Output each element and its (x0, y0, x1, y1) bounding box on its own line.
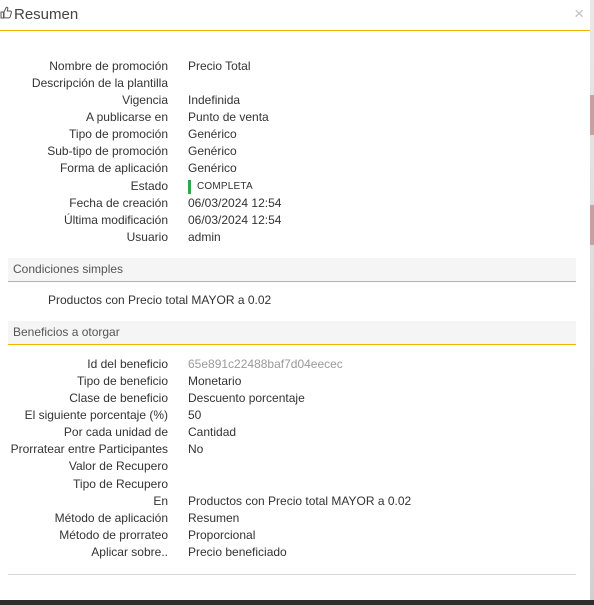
summary-row-promo-type: Tipo de promoción Genérico (0, 126, 590, 143)
field-label: Método de aplicación (54, 511, 168, 525)
field-label: Tipo de Recupero (73, 477, 168, 491)
background-mark (590, 205, 594, 245)
field-value: Indefinida (188, 93, 241, 107)
benefit-row-application-method: Método de aplicación Resumen (0, 510, 590, 527)
field-label: A publicarse en (85, 110, 168, 124)
summary-row-promo-subtype: Sub-tipo de promoción Genérico (0, 143, 590, 160)
field-value: Genérico (188, 144, 237, 158)
background-mark (590, 95, 594, 135)
background-page-edge (590, 0, 594, 605)
field-value: Precio Total (188, 59, 251, 73)
field-label: Nombre de promoción (49, 59, 168, 73)
benefit-row-recovery-type: Tipo de Recupero (0, 476, 590, 493)
field-label: Usuario (126, 230, 168, 244)
field-value: 06/03/2024 12:54 (188, 196, 282, 210)
status-indicator (188, 179, 191, 194)
summary-dialog: Resumen × Nombre de promoción Precio Tot… (0, 0, 590, 600)
conditions-section-header: Condiciones simples (8, 258, 576, 282)
background-overlay-edge (0, 600, 594, 605)
field-label: Sub-tipo de promoción (47, 144, 168, 158)
field-value: Genérico (188, 161, 237, 175)
dialog-title: Resumen (14, 6, 79, 23)
field-label: Tipo de beneficio (77, 374, 168, 388)
field-value: Resumen (188, 511, 240, 525)
section-title: Condiciones simples (13, 262, 124, 276)
field-value: Proporcional (188, 528, 256, 542)
field-label: Fecha de creación (69, 196, 168, 210)
benefit-row-type: Tipo de beneficio Monetario (0, 373, 590, 390)
field-value: Genérico (188, 127, 237, 141)
summary-row-validity: Vigencia Indefinida (0, 92, 590, 109)
field-label: Aplicar sobre.. (91, 545, 168, 559)
benefit-row-apply-on: Aplicar sobre.. Precio beneficiado (0, 544, 590, 561)
field-value: Productos con Precio total MAYOR a 0.02 (188, 494, 412, 508)
field-label: Por cada unidad de (63, 425, 168, 439)
condition-item: Productos con Precio total MAYOR a 0.02 (0, 292, 590, 309)
field-label: Última modificación (63, 213, 168, 227)
summary-row-state: Estado COMPLETA (0, 178, 590, 195)
field-value: Monetario (188, 374, 242, 388)
summary-row-user: Usuario admin (0, 229, 590, 246)
summary-row-publish-in: A publicarse en Punto de venta (0, 109, 590, 126)
field-value: No (188, 442, 204, 456)
field-value: 65e891c22488baf7d04eecec (188, 357, 343, 371)
summary-row-created: Fecha de creación 06/03/2024 12:54 (0, 195, 590, 212)
field-value: Descuento porcentaje (188, 391, 305, 405)
benefit-row-recovery-value: Valor de Recupero (0, 458, 590, 475)
field-label: Id del beneficio (87, 357, 168, 371)
field-value: 50 (188, 408, 202, 422)
footer-divider (8, 574, 576, 575)
field-label: El siguiente porcentaje (%) (24, 408, 168, 422)
field-label: En (153, 494, 168, 508)
thumbs-up-icon (0, 6, 14, 23)
field-label: Descripción de la plantilla (31, 76, 168, 90)
benefit-row-in: En Productos con Precio total MAYOR a 0.… (0, 493, 590, 510)
condition-text: Productos con Precio total MAYOR a 0.02 (48, 293, 272, 307)
benefit-row-percentage: El siguiente porcentaje (%) 50 (0, 407, 590, 424)
benefits-section-header: Beneficios a otorgar (8, 321, 576, 345)
field-value: Cantidad (188, 425, 237, 439)
field-label: Forma de aplicación (59, 161, 168, 175)
field-value: Punto de venta (188, 110, 269, 124)
field-label: Método de prorrateo (59, 528, 168, 542)
field-value: admin (188, 230, 221, 244)
field-label: Vigencia (122, 93, 168, 107)
summary-row-modified: Última modificación 06/03/2024 12:54 (0, 212, 590, 229)
dialog-header: Resumen × (0, 0, 590, 31)
benefit-row-id: Id del beneficio 65e891c22488baf7d04eece… (0, 356, 590, 373)
section-title: Beneficios a otorgar (13, 325, 120, 339)
field-label: Estado (130, 179, 168, 193)
summary-row-name: Nombre de promoción Precio Total (0, 58, 590, 75)
field-label: Clase de beneficio (69, 391, 168, 405)
benefit-row-prorate: Prorratear entre Participantes No (0, 441, 590, 458)
dialog-title-wrap: Resumen (0, 6, 78, 23)
field-value: 06/03/2024 12:54 (188, 213, 282, 227)
field-label: Tipo de promoción (69, 127, 168, 141)
close-icon[interactable]: × (574, 5, 584, 23)
benefit-row-class: Clase de beneficio Descuento porcentaje (0, 390, 590, 407)
summary-row-application-form: Forma de aplicación Genérico (0, 160, 590, 177)
benefit-row-prorate-method: Método de prorrateo Proporcional (0, 527, 590, 544)
summary-row-description: Descripción de la plantilla (0, 75, 590, 92)
field-label: Prorratear entre Participantes (10, 442, 168, 456)
status-text: COMPLETA (197, 181, 253, 192)
field-value: Precio beneficiado (188, 545, 287, 559)
benefit-row-per-unit: Por cada unidad de Cantidad (0, 424, 590, 441)
field-label: Valor de Recupero (68, 459, 168, 473)
